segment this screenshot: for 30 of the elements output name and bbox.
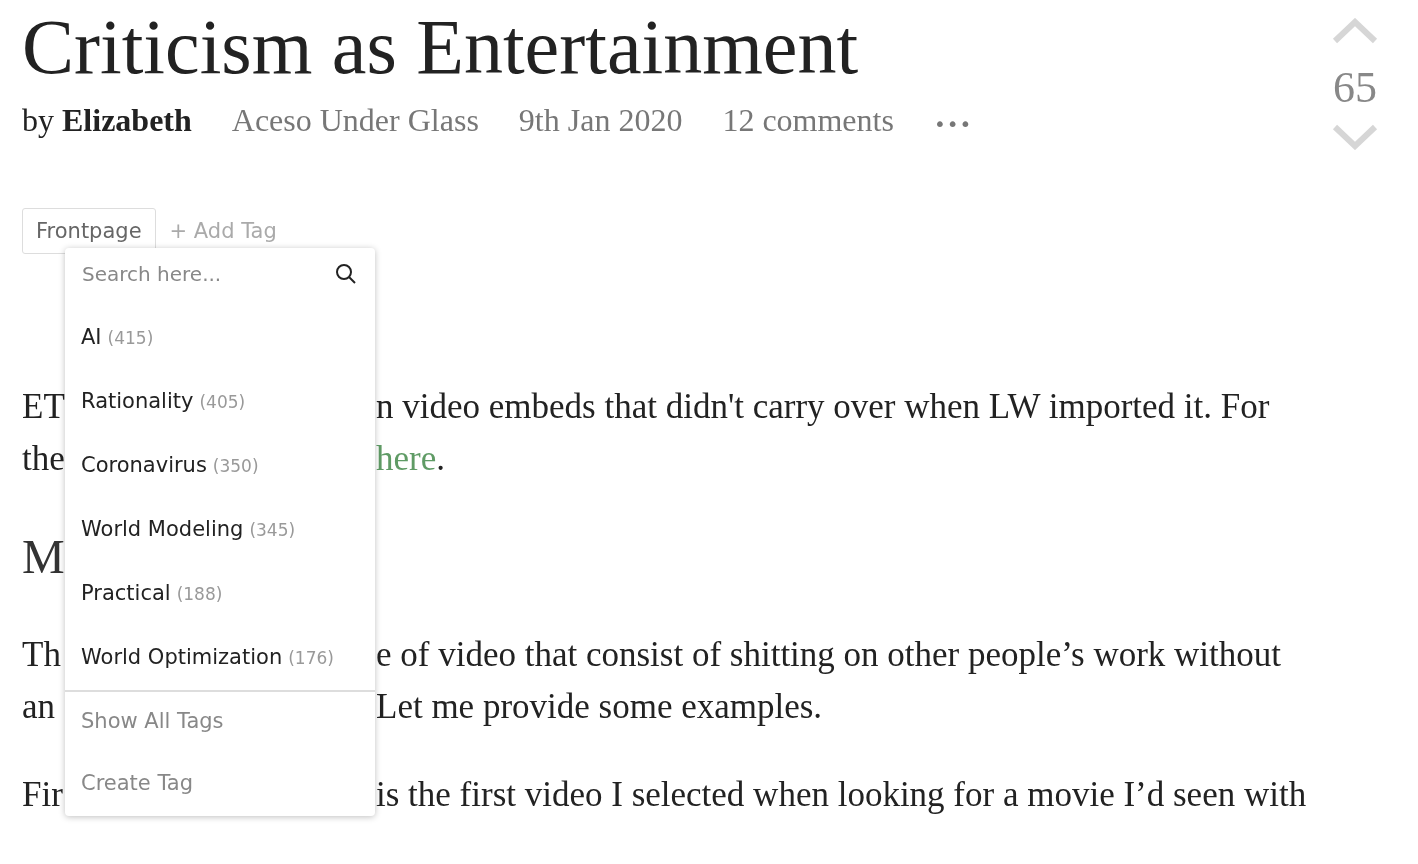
section-heading: M: [22, 529, 65, 585]
author-byline[interactable]: by Elizabeth: [22, 102, 192, 139]
downvote-icon[interactable]: [1332, 124, 1378, 150]
upvote-icon[interactable]: [1332, 18, 1378, 44]
comments-link[interactable]: 12 comments: [722, 102, 894, 139]
vote-score: 65: [1333, 62, 1377, 114]
tag-option[interactable]: AI (415): [65, 306, 375, 370]
blog-name[interactable]: Aceso Under Glass: [231, 102, 479, 139]
tag-option[interactable]: World Modeling (345): [65, 498, 375, 562]
body-text: e of video that consist of shitting on other people’s work without: [376, 634, 1281, 676]
more-menu[interactable]: •••: [933, 112, 973, 136]
tag-option[interactable]: Rationality (405): [65, 370, 375, 434]
body-text: Th: [22, 634, 62, 676]
body-text: an: [22, 686, 57, 728]
body-text: is the first video I selected when looking for a movie I’d seen with: [376, 774, 1307, 816]
body-text: Let me provide some examples.: [376, 686, 824, 728]
body-text: the: [22, 438, 65, 480]
body-text: Fir: [22, 774, 64, 816]
tag-option[interactable]: Coronavirus (350): [65, 434, 375, 498]
body-text: here.: [376, 438, 446, 480]
body-text: ET: [22, 386, 65, 428]
menu-action[interactable]: Show All Tags: [65, 690, 375, 754]
tag-option[interactable]: World Optimization (176): [65, 626, 375, 690]
body-text: n video embeds that didn't carry over when LW imported it. For: [376, 386, 1270, 428]
menu-action[interactable]: Create Tag: [65, 754, 375, 816]
search-icon[interactable]: [335, 263, 357, 285]
text-link[interactable]: here: [376, 439, 437, 478]
post-title: Criticism as Entertainment: [22, 2, 860, 92]
post-date: 9th Jan 2020: [518, 102, 683, 139]
tag-option[interactable]: Practical (188): [65, 562, 375, 626]
